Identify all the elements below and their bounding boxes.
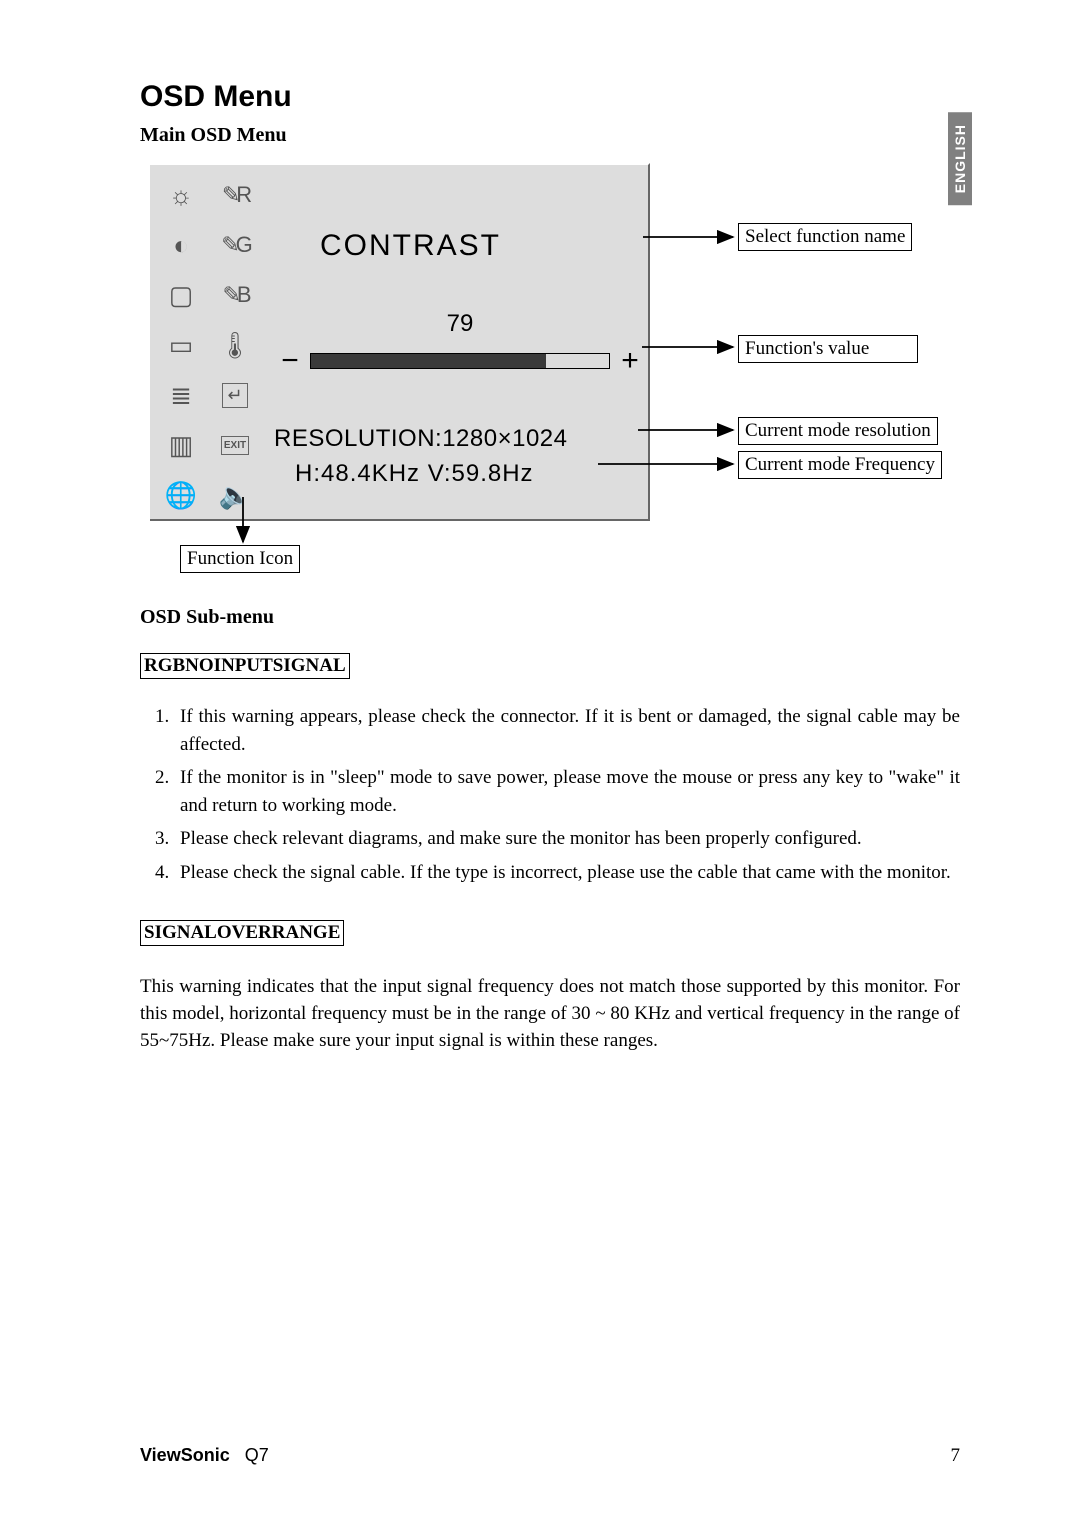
signal-over-range-box: SIGNALOVERRANGE [140,920,344,946]
page-title: OSD Menu [140,80,960,114]
warning-steps-list: If this warning appears, please check th… [140,703,960,886]
exit-icon: EXIT [221,436,249,455]
osd-submenu-heading: OSD Sub-menu [140,606,960,629]
brush-r-icon: ✎R [222,182,248,208]
osd-value-bar [310,353,610,369]
label-function-value: Function's value [738,335,918,363]
page-footer: ViewSonic Q7 7 [140,1445,960,1467]
square-icon: ▢ [169,280,194,311]
footer-brand: ViewSonic [140,1445,230,1465]
globe-icon: 🌐 [165,480,197,511]
brush-g-icon: ✎G [221,232,249,258]
main-osd-label: Main OSD Menu [140,124,960,147]
page-number: 7 [951,1445,961,1467]
list-item: If this warning appears, please check th… [174,703,960,758]
window-icon: ▭ [169,330,194,361]
osd-icon-column: ☼ ✎R ◐ ✎G ▢ ✎B ▭ 🌡 ≣ ↵ ▥ EXIT 🌐 🔈 [150,165,268,520]
osd-panel: ☼ ✎R ◐ ✎G ▢ ✎B ▭ 🌡 ≣ ↵ ▥ EXIT 🌐 🔈 CONTRA… [150,163,650,521]
footer-model: Q7 [245,1445,269,1465]
osd-frequency-line: H:48.4KHz V:59.8Hz [295,460,534,488]
minus-sign: − [280,344,300,378]
rgb-no-input-box: RGBNOINPUTSIGNAL [140,653,350,679]
over-range-paragraph: This warning indicates that the input si… [140,974,960,1055]
osd-resolution-line: RESOLUTION:1280×1024 [274,425,568,453]
label-function-icon: Function Icon [180,545,300,573]
page: OSD Menu Main OSD Menu ☼ ✎R ◐ ✎G ▢ ✎B ▭ … [0,0,1080,1115]
sound-icon: 🔈 [219,480,251,511]
osd-value-row: 79 − + [280,310,640,378]
brightness-icon: ☼ [169,180,193,211]
contrast-icon: ◐ [173,230,189,261]
osd-diagram: ☼ ✎R ◐ ✎G ▢ ✎B ▭ 🌡 ≣ ↵ ▥ EXIT 🌐 🔈 CONTRA… [138,157,958,572]
list-item: Please check the signal cable. If the ty… [174,859,960,887]
osd-value-number: 79 [280,310,640,338]
enter-icon: ↵ [222,383,247,408]
list-item: Please check relevant diagrams, and make… [174,825,960,853]
brush-b-icon: ✎B [222,282,247,308]
stripes-icon: ▥ [169,430,194,461]
plus-sign: + [620,344,640,378]
osd-function-title: CONTRAST [320,229,501,263]
label-mode-frequency: Current mode Frequency [738,451,942,479]
label-function-name: Select function name [738,223,912,251]
list-item: If the monitor is in "sleep" mode to sav… [174,764,960,819]
thermometer-icon: 🌡 [218,330,251,361]
list-icon: ≣ [170,380,192,411]
label-mode-resolution: Current mode resolution [738,417,938,445]
